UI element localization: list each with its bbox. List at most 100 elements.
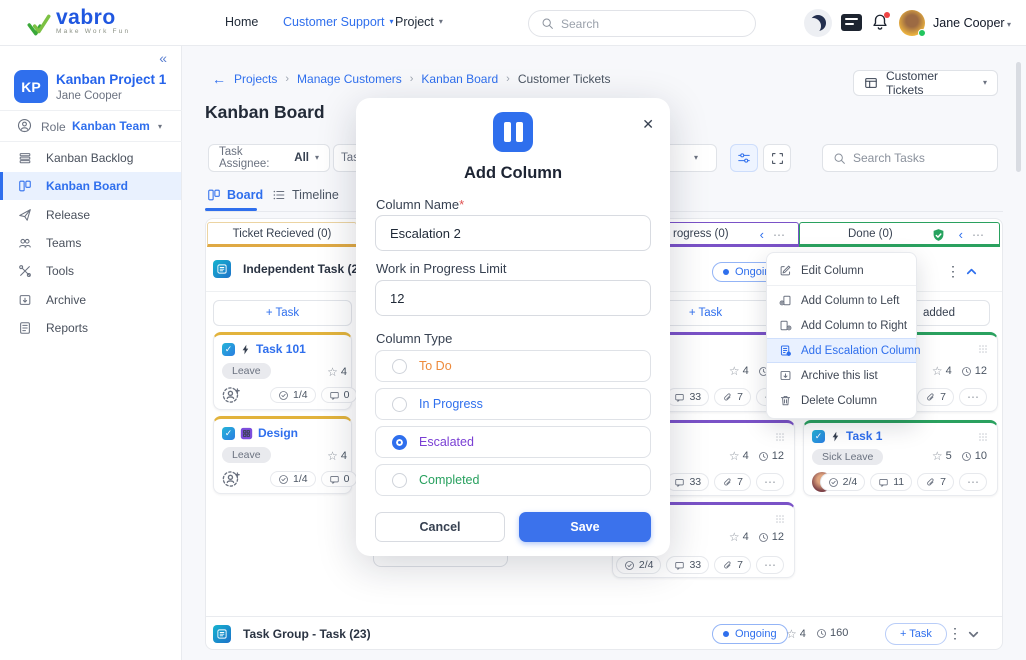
global-search[interactable] (528, 10, 756, 37)
kebab-menu-icon[interactable]: ⋮ (948, 626, 962, 640)
comments-chip[interactable]: 11 (870, 473, 912, 491)
time-count: 12 (961, 364, 987, 378)
kebab-menu-icon[interactable]: ⋮ (946, 264, 960, 278)
checklist-chip[interactable]: 2/4 (820, 473, 866, 491)
type-option-completed[interactable]: Completed (375, 464, 651, 496)
nav-home[interactable]: Home (225, 15, 258, 29)
menu-add-column-right[interactable]: Add Column to Right (767, 313, 916, 338)
checklist-chip[interactable]: 1/4 (270, 471, 316, 487)
user-avatar[interactable] (899, 10, 925, 36)
board-selector[interactable]: Customer Tickets ▾ (853, 70, 998, 96)
collapse-column-icon[interactable]: ‹ (959, 227, 963, 242)
menu-add-column-left[interactable]: Add Column to Left (767, 288, 916, 313)
save-button[interactable]: Save (519, 512, 651, 542)
user-menu-caret-icon[interactable]: ▾ (1007, 21, 1011, 29)
expand-group-chevron-icon[interactable] (966, 627, 981, 642)
comments-chip[interactable]: 0 (321, 387, 358, 403)
vabro-logo[interactable]: vabro Make Work Fun (26, 8, 130, 38)
assign-user-icon[interactable] (222, 386, 240, 404)
collapse-column-icon[interactable]: ‹ (760, 227, 764, 242)
radio-selected-icon[interactable] (392, 435, 407, 450)
sidebar-item-archive[interactable]: Archive (0, 286, 181, 314)
attachments-chip[interactable]: 7 (714, 473, 751, 491)
drag-handle-icon[interactable] (774, 513, 786, 525)
sidebar-item-kanban-backlog[interactable]: Kanban Backlog (0, 144, 181, 172)
menu-delete-column[interactable]: Delete Column (767, 388, 916, 413)
project-badge[interactable]: KP (14, 70, 48, 103)
comments-chip[interactable]: 33 (666, 388, 709, 406)
task-card[interactable]: ✓ Task 1 Sick Leave ☆5 10 2/4 11 7 ⋯ (803, 420, 998, 496)
drag-handle-icon[interactable] (977, 343, 989, 355)
type-option-escalated[interactable]: Escalated (375, 426, 651, 458)
nav-customer-support[interactable]: Customer Support ▾ (283, 15, 393, 29)
checklist-chip[interactable]: 2/4 (616, 556, 662, 574)
more-chip[interactable]: ⋯ (756, 556, 784, 574)
scrollbar-thumb[interactable] (1016, 62, 1021, 172)
menu-edit-column[interactable]: Edit Column (767, 258, 916, 283)
add-task-button[interactable]: + Task (885, 623, 947, 645)
breadcrumb-manage-customers[interactable]: Manage Customers (297, 72, 402, 86)
more-chip[interactable]: ⋯ (959, 388, 987, 406)
assign-user-icon[interactable] (222, 470, 240, 488)
tab-timeline[interactable]: Timeline (272, 188, 339, 202)
attachments-chip[interactable]: 7 (714, 388, 751, 406)
column-context-menu: Edit Column Add Column to Left Add Colum… (766, 252, 917, 419)
more-chip[interactable]: ⋯ (959, 473, 987, 491)
close-icon[interactable]: ✕ (642, 116, 654, 133)
tab-board[interactable]: Board (207, 188, 263, 202)
type-option-in-progress[interactable]: In Progress (375, 388, 651, 420)
role-selector[interactable]: Role Kanban Team ▾ (0, 111, 182, 141)
task-search[interactable] (822, 144, 998, 172)
type-option-todo[interactable]: To Do (375, 350, 651, 382)
task-title[interactable]: Task 101 (256, 342, 306, 356)
cancel-button[interactable]: Cancel (375, 512, 505, 542)
sidebar-item-teams[interactable]: Teams (0, 229, 181, 257)
menu-archive-list[interactable]: Archive this list (767, 363, 916, 388)
sidebar-item-release[interactable]: Release (0, 201, 181, 229)
assignee-filter[interactable]: Task Assignee: All ▾ (208, 144, 330, 172)
checklist-chip[interactable]: 1/4 (270, 387, 316, 403)
more-chip[interactable]: ⋯ (756, 473, 784, 491)
column-menu-icon[interactable]: ⋯ (773, 228, 786, 242)
comments-chip[interactable]: 33 (666, 473, 709, 491)
back-arrow-icon[interactable]: ← (212, 71, 226, 87)
column-menu-icon[interactable]: ⋯ (972, 228, 985, 242)
task-search-input[interactable] (853, 151, 983, 165)
collapse-group-chevron-icon[interactable] (964, 264, 979, 279)
add-task-button[interactable]: + Task (213, 300, 352, 326)
comments-chip[interactable]: 33 (666, 556, 709, 574)
comments-chip[interactable]: 0 (321, 471, 358, 487)
radio-icon[interactable] (392, 473, 407, 488)
task-title[interactable]: Design (258, 426, 298, 440)
wip-limit-field[interactable] (375, 280, 651, 316)
column-header-ticket-received[interactable]: Ticket Recieved (0) (207, 222, 357, 247)
radio-icon[interactable] (392, 397, 407, 412)
global-search-input[interactable] (561, 17, 731, 31)
attachments-chip[interactable]: 7 (917, 388, 954, 406)
breadcrumb-projects[interactable]: Projects (234, 72, 277, 86)
nav-project[interactable]: Project ▾ (395, 15, 443, 29)
column-name-field[interactable] (375, 215, 651, 251)
attachments-chip[interactable]: 7 (917, 473, 954, 491)
notifications-button[interactable] (871, 13, 889, 33)
fullscreen-button[interactable] (763, 144, 791, 172)
sidebar-collapse-button[interactable]: « (159, 50, 167, 66)
sidebar-item-kanban-board[interactable]: Kanban Board (0, 172, 181, 200)
sidebar-item-tools[interactable]: Tools (0, 257, 181, 285)
task-card[interactable]: ✓ Design Leave ☆4 1/4 0 (213, 416, 352, 494)
sidebar-item-reports[interactable]: Reports (0, 314, 181, 342)
column-header-done[interactable]: Done (0) ‹ ⋯ (799, 222, 1000, 247)
drag-handle-icon[interactable] (774, 431, 786, 443)
attachments-chip[interactable]: 7 (714, 556, 751, 574)
task-card[interactable]: ✓ Task 101 Leave ☆4 1/4 0 (213, 332, 352, 410)
radio-icon[interactable] (392, 359, 407, 374)
drag-handle-icon[interactable] (977, 431, 989, 443)
menu-add-escalation-column[interactable]: Add Escalation Column (767, 338, 916, 363)
star-icon: ☆ (327, 365, 338, 379)
task-title[interactable]: Task 1 (846, 429, 882, 443)
messages-button[interactable] (841, 14, 862, 31)
breadcrumb-kanban-board[interactable]: Kanban Board (421, 72, 498, 86)
dark-mode-toggle[interactable] (804, 9, 832, 37)
filter-settings-button[interactable] (730, 144, 758, 172)
project-name[interactable]: Kanban Project 1 (56, 72, 166, 87)
